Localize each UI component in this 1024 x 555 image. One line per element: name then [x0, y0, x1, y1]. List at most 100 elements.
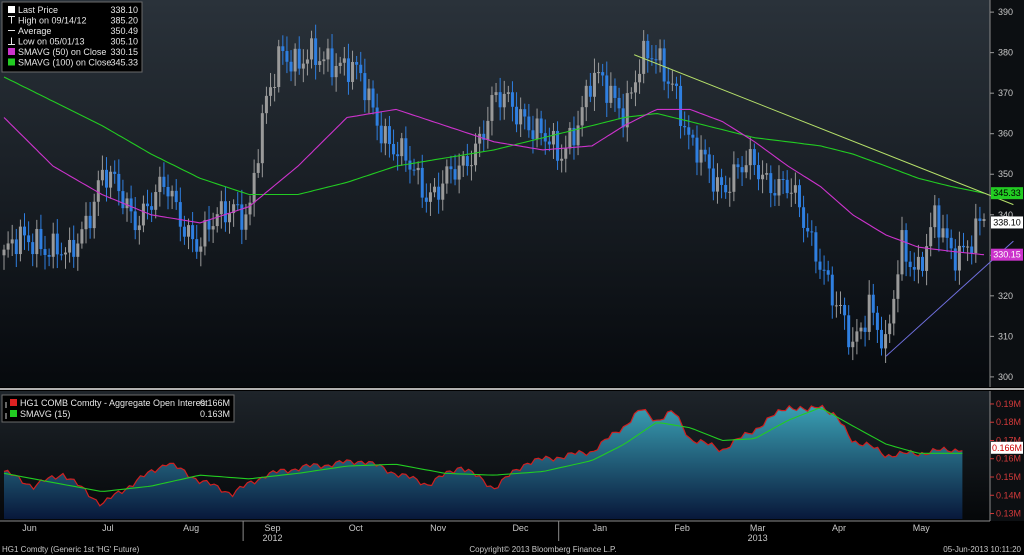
legend-value: 350.49	[110, 26, 138, 36]
oi-legend: HG1 COMB Comdty - Aggregate Open Interes…	[1, 394, 235, 423]
candle-down	[707, 154, 711, 169]
candle-down	[195, 239, 199, 252]
candle-down	[908, 261, 912, 268]
candle-down	[182, 226, 186, 237]
candle-up	[638, 73, 642, 83]
candle-down	[843, 304, 847, 316]
legend-marker-last-price	[8, 6, 15, 13]
candle-up	[584, 85, 588, 108]
candle-up	[592, 72, 596, 97]
candle-down	[31, 242, 35, 255]
candle-up	[777, 179, 781, 196]
price-tick-label: 360	[998, 129, 1013, 139]
candle-down	[539, 118, 543, 134]
candle-up	[469, 165, 473, 167]
candle-up	[170, 190, 174, 197]
candle-down	[59, 254, 63, 256]
candle-down	[527, 116, 531, 131]
x-tick-label: Dec	[512, 523, 529, 533]
oi-legend-marker	[10, 410, 17, 417]
candle-up	[925, 246, 929, 271]
candle-up	[900, 230, 904, 275]
footer-timestamp: 05-Jun-2013 10:11:20	[943, 545, 1021, 554]
price-tick-label: 300	[998, 372, 1013, 382]
candle-up	[400, 138, 404, 157]
footer: HG1 Comdty (Generic 1st 'HG' Future) Cop…	[2, 545, 1022, 554]
candle-down	[150, 206, 154, 210]
candle-up	[338, 62, 342, 66]
footer-copyright: Copyright© 2013 Bloomberg Finance L.P.	[469, 545, 616, 554]
candle-down	[281, 46, 285, 52]
price-panel-background	[0, 0, 990, 387]
candle-up	[929, 227, 933, 247]
candle-down	[223, 201, 227, 223]
candle-up	[269, 87, 273, 96]
candle-up	[228, 213, 232, 223]
x-tick-label: Jun	[22, 523, 37, 533]
price-badges: 345.33 338.10 330.15	[991, 187, 1023, 261]
candle-up	[64, 252, 68, 255]
candle-up	[80, 229, 84, 244]
candle-up	[445, 166, 449, 184]
candle-down	[978, 218, 982, 221]
candle-up	[68, 239, 72, 253]
candle-up	[137, 225, 141, 231]
candle-down	[359, 64, 363, 74]
candle-up	[433, 186, 437, 193]
candle-down	[970, 246, 974, 254]
candle-down	[588, 85, 592, 97]
candle-down	[355, 61, 359, 65]
candle-down	[27, 235, 31, 243]
candle-up	[125, 198, 129, 209]
candle-down	[879, 329, 883, 349]
oi-legend-label: SMAVG (15)	[20, 409, 70, 419]
candle-up	[535, 118, 539, 139]
candle-down	[408, 160, 412, 170]
candle-up	[699, 149, 703, 163]
candle-down	[371, 88, 375, 108]
candle-down	[424, 197, 428, 202]
candle-down	[105, 169, 109, 188]
candle-up	[896, 274, 900, 299]
candle-up	[18, 226, 22, 255]
candle-up	[260, 113, 264, 164]
candle-down	[711, 168, 715, 192]
candle-up	[884, 334, 888, 349]
candle-down	[826, 270, 830, 275]
candle-down	[14, 239, 18, 255]
oi-badge-label: 0.166M	[992, 443, 1022, 453]
candle-down	[207, 220, 211, 230]
candle-down	[756, 165, 760, 180]
legend-value: 330.15	[110, 47, 138, 57]
candle-up	[264, 95, 268, 114]
year-label: 2012	[263, 533, 283, 543]
candle-down	[510, 92, 514, 107]
candle-up	[305, 59, 309, 64]
candle-up	[715, 177, 719, 192]
oi-legend-label: HG1 COMB Comdty - Aggregate Open Interes…	[20, 398, 208, 408]
candle-up	[441, 183, 445, 200]
candle-down	[646, 40, 650, 59]
candle-up	[867, 294, 871, 332]
legend-label: SMAVG (50) on Close	[18, 47, 106, 57]
candle-down	[420, 167, 424, 198]
candle-down	[166, 186, 170, 197]
candle-up	[744, 165, 748, 173]
candle-down	[23, 226, 27, 236]
candle-up	[486, 120, 490, 140]
candle-up	[244, 214, 248, 230]
candle-down	[601, 72, 605, 76]
price-badge-label: 338.10	[993, 217, 1021, 227]
candle-up	[519, 109, 523, 125]
footer-security-name: HG1 Comdty (Generic 1st 'HG' Future)	[2, 545, 140, 554]
candle-up	[187, 225, 191, 237]
candle-up	[982, 219, 986, 221]
candle-up	[35, 228, 39, 255]
candle-down	[453, 169, 457, 180]
legend-label: High on 09/14/12	[18, 16, 87, 26]
candle-down	[769, 173, 773, 194]
candle-up	[6, 243, 10, 250]
candle-down	[650, 58, 654, 60]
candle-down	[875, 312, 879, 330]
candle-up	[10, 239, 14, 244]
